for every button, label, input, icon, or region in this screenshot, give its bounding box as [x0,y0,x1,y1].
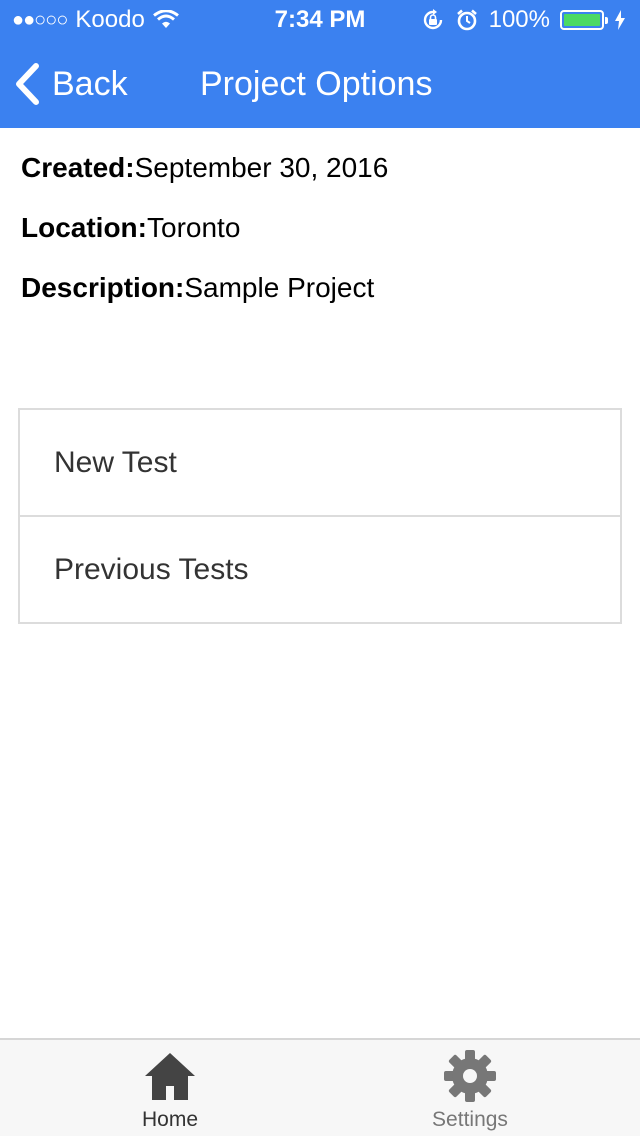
options-list: New Test Previous Tests [18,408,622,624]
tab-settings-label: Settings [432,1108,508,1131]
description-label: Description: [21,272,185,303]
battery-fill [564,14,600,26]
description-row: Description:Sample Project [21,266,388,326]
chevron-left-icon [16,63,39,105]
alarm-icon [456,9,477,31]
battery-cap [605,17,608,24]
page-title: Project Options [200,65,433,103]
navigation-bar: Back Project Options [0,40,640,128]
location-label: Location: [21,212,147,243]
tab-home[interactable]: Home [70,1040,270,1136]
home-icon [145,1053,195,1100]
top-bar: ●●○○○ Koodo 7:34 PM 100% Back Project Op… [0,0,640,128]
previous-tests-item[interactable]: Previous Tests [20,515,620,622]
tab-home-label: Home [141,1108,199,1131]
created-row: Created:September 30, 2016 [21,146,388,206]
status-right: 100% [421,6,626,34]
created-value: September 30, 2016 [134,152,389,183]
tab-settings[interactable]: Settings [370,1040,570,1136]
description-value: Sample Project [184,272,375,303]
gear-icon [444,1050,496,1102]
created-label: Created: [21,152,135,183]
charging-bolt-icon [615,10,625,30]
battery-percentage: 100% [488,6,550,33]
back-label: Back [52,64,128,103]
location-value: Toronto [147,212,241,243]
rotation-lock-icon [423,9,442,30]
back-button[interactable]: Back [14,60,128,108]
new-test-item[interactable]: New Test [20,410,620,515]
battery-icon [560,10,608,30]
location-row: Location:Toronto [21,206,388,266]
status-bar: ●●○○○ Koodo 7:34 PM 100% [0,0,640,40]
tab-bar: Home Settings [0,1038,640,1136]
project-details: Created:September 30, 2016 Location:Toro… [21,146,388,326]
